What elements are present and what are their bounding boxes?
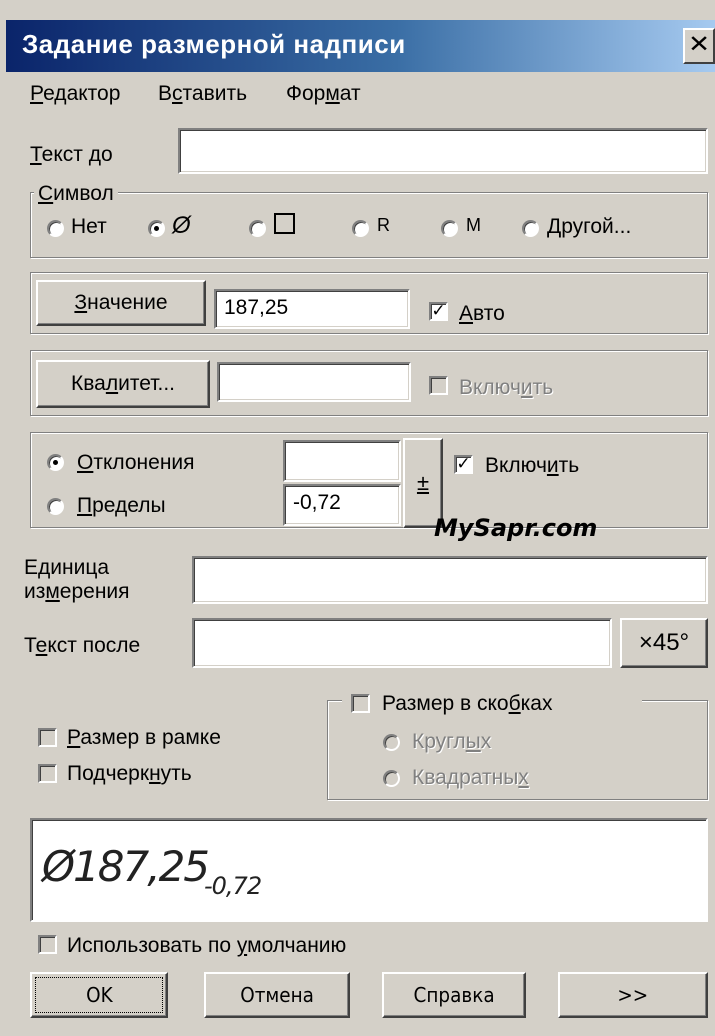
units-input[interactable]: [192, 556, 708, 604]
symbol-diameter-radio[interactable]: [148, 220, 165, 237]
symbol-m-radio[interactable]: [441, 220, 458, 237]
symbol-none-radio[interactable]: [47, 220, 64, 237]
units-label: Единица измерения: [24, 556, 130, 603]
more-button[interactable]: >>: [558, 972, 708, 1018]
help-button[interactable]: Справка: [382, 972, 526, 1018]
frame-checkbox[interactable]: [38, 728, 57, 747]
menu-format[interactable]: Формат: [286, 82, 361, 106]
symbol-group-label: Символ: [34, 182, 118, 206]
cancel-button[interactable]: Отмена: [204, 972, 350, 1018]
underline-label[interactable]: Подчеркнуть: [67, 762, 192, 786]
watermark: MySapr.com: [434, 514, 598, 542]
symbol-radius-radio[interactable]: [352, 220, 369, 237]
upper-deviation-input[interactable]: [283, 440, 401, 482]
auto-checkbox[interactable]: ✓: [429, 302, 448, 321]
use-default-checkbox[interactable]: [38, 935, 57, 954]
text-after-label: Текст после: [24, 634, 141, 657]
deviation-label[interactable]: Отклонения: [77, 451, 195, 475]
auto-label[interactable]: Авто: [459, 302, 505, 326]
close-button[interactable]: ✕: [683, 28, 715, 64]
deviation-radio[interactable]: [47, 454, 64, 471]
text-before-input[interactable]: [178, 128, 708, 174]
menu-insert[interactable]: Вставить: [158, 82, 247, 106]
close-icon: ✕: [687, 31, 711, 58]
symbol-other-radio[interactable]: [522, 220, 539, 237]
limits-label[interactable]: Пределы: [77, 494, 166, 518]
limits-radio[interactable]: [47, 498, 64, 515]
window-title: Задание размерной надписи: [22, 29, 406, 59]
value-button[interactable]: Значение: [36, 280, 206, 326]
symbol-none-label[interactable]: Нет: [71, 215, 107, 239]
preview-sub-text: -0,72: [204, 872, 262, 900]
qualitet-enable-label[interactable]: Включить: [459, 376, 553, 400]
multiply-45-button[interactable]: ×45°: [620, 618, 708, 668]
text-after-input[interactable]: [192, 618, 612, 668]
lower-deviation-input[interactable]: -0,72: [283, 484, 401, 526]
preview-main-text: Ø187,25: [42, 842, 210, 891]
text-before-label: Текст до: [30, 143, 113, 166]
symbol-radius-label[interactable]: R: [377, 215, 390, 236]
title-bar[interactable]: Задание размерной надписи ✕: [6, 20, 715, 72]
symbol-other-label[interactable]: Другой...: [547, 215, 631, 239]
menu-editor[interactable]: Редактор: [30, 82, 120, 106]
symbol-square-radio[interactable]: [249, 220, 266, 237]
underline-checkbox[interactable]: [38, 764, 57, 783]
brackets-label[interactable]: Размер в скобках: [382, 692, 552, 716]
square-brackets-radio[interactable]: [383, 770, 400, 787]
value-input[interactable]: 187,25: [214, 289, 410, 329]
qualitet-input[interactable]: [217, 362, 411, 402]
use-default-label[interactable]: Использовать по умолчанию: [67, 934, 346, 958]
symbol-m-label[interactable]: M: [466, 215, 481, 236]
square-icon[interactable]: [274, 213, 295, 234]
qualitet-button[interactable]: Квалитет...: [36, 360, 210, 408]
qualitet-enable-checkbox[interactable]: [429, 376, 448, 395]
round-brackets-label[interactable]: Круглых: [412, 730, 491, 754]
preview-box: Ø187,25 -0,72: [30, 818, 708, 922]
tolerance-enable-checkbox[interactable]: ✓: [454, 455, 473, 474]
dimension-label-dialog: Задание размерной надписи ✕ Редактор Вст…: [0, 0, 715, 1036]
ok-button[interactable]: OK: [30, 972, 168, 1018]
square-brackets-label[interactable]: Квадратных: [412, 766, 529, 790]
brackets-checkbox[interactable]: [351, 694, 370, 713]
tolerance-enable-label[interactable]: Включить: [485, 454, 579, 478]
frame-label[interactable]: Размер в рамке: [67, 726, 221, 750]
diameter-icon[interactable]: Ø: [172, 212, 191, 240]
round-brackets-radio[interactable]: [383, 734, 400, 751]
